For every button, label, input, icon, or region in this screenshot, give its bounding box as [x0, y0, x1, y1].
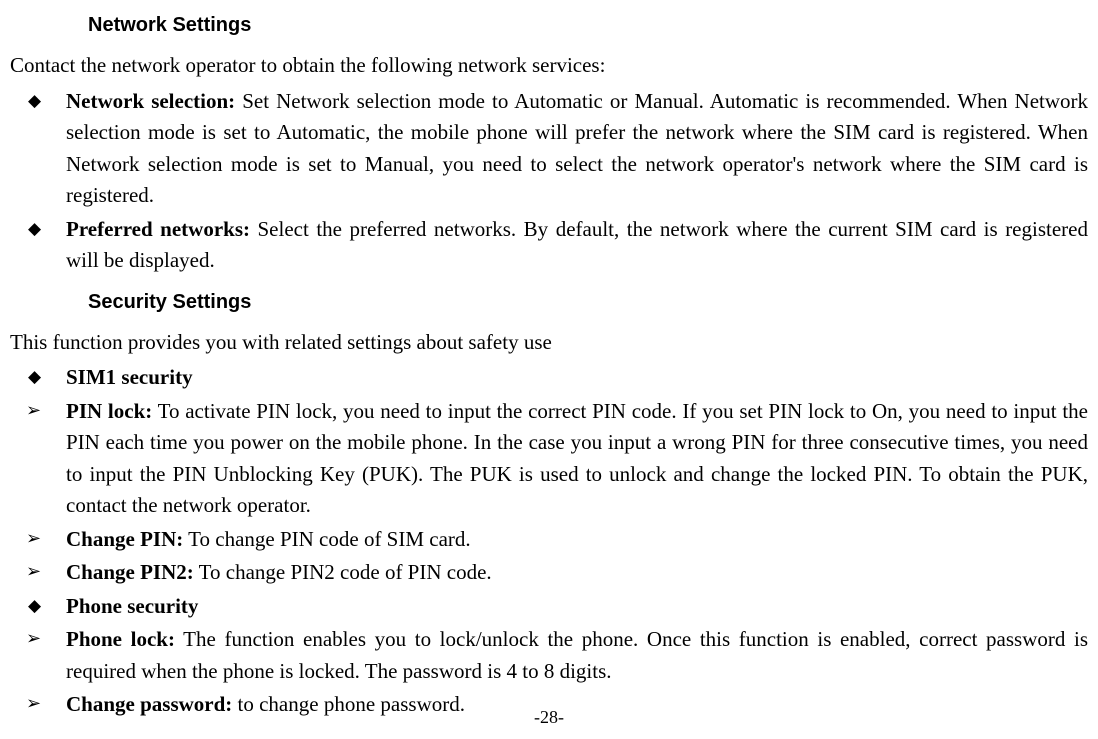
section-intro-network: Contact the network operator to obtain t… — [10, 50, 1088, 82]
list-item: PIN lock: To activate PIN lock, you need… — [10, 396, 1088, 522]
item-term: SIM1 security — [66, 365, 193, 389]
page-number: -28- — [0, 704, 1098, 731]
item-term: Network selection: — [66, 89, 235, 113]
list-item: Phone security — [10, 591, 1088, 623]
item-text: To change PIN2 code of PIN code. — [194, 560, 492, 584]
item-term: Change PIN: — [66, 527, 183, 551]
list-item: Change PIN: To change PIN code of SIM ca… — [10, 524, 1088, 556]
item-term: Phone lock: — [66, 627, 175, 651]
list-item: Change PIN2: To change PIN2 code of PIN … — [10, 557, 1088, 589]
list-item: Network selection: Set Network selection… — [10, 86, 1088, 212]
list-item: Phone lock: The function enables you to … — [10, 624, 1088, 687]
section-heading-network: Network Settings — [88, 10, 1088, 40]
item-text: The function enables you to lock/unlock … — [66, 627, 1088, 683]
network-settings-list: Network selection: Set Network selection… — [10, 86, 1088, 277]
item-term: PIN lock: — [66, 399, 152, 423]
section-intro-security: This function provides you with related … — [10, 327, 1088, 359]
item-term: Phone security — [66, 594, 198, 618]
security-settings-list: SIM1 security PIN lock: To activate PIN … — [10, 362, 1088, 721]
list-item: SIM1 security — [10, 362, 1088, 394]
list-item: Preferred networks: Select the preferred… — [10, 214, 1088, 277]
section-heading-security: Security Settings — [88, 287, 1088, 317]
item-text: To activate PIN lock, you need to input … — [66, 399, 1088, 518]
item-text: To change PIN code of SIM card. — [183, 527, 470, 551]
item-term: Preferred networks: — [66, 217, 250, 241]
item-term: Change PIN2: — [66, 560, 194, 584]
